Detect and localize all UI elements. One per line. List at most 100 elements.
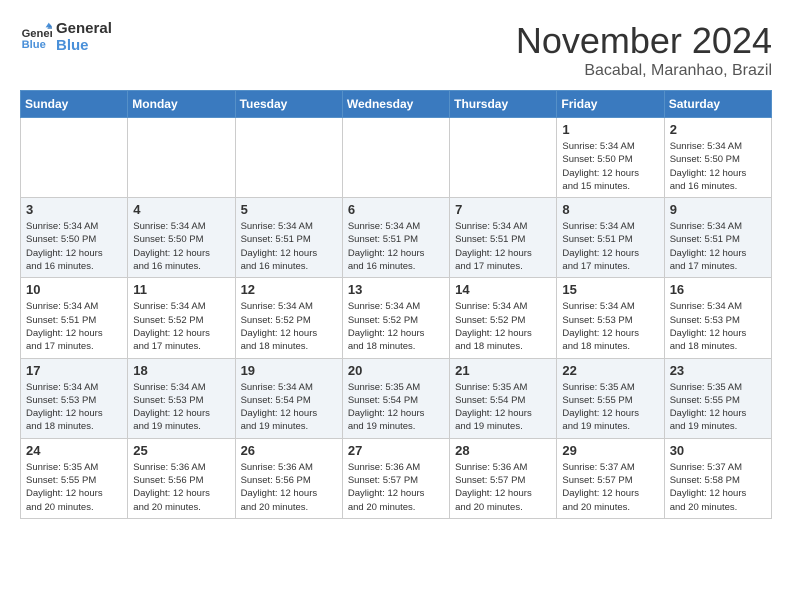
- day-number: 30: [670, 443, 766, 458]
- day-info: Sunrise: 5:34 AM Sunset: 5:52 PM Dayligh…: [241, 300, 337, 353]
- day-number: 21: [455, 363, 551, 378]
- day-info: Sunrise: 5:36 AM Sunset: 5:56 PM Dayligh…: [241, 461, 337, 514]
- logo-icon: General Blue: [20, 21, 52, 53]
- day-info: Sunrise: 5:34 AM Sunset: 5:50 PM Dayligh…: [562, 140, 658, 193]
- day-number: 6: [348, 202, 444, 217]
- day-number: 12: [241, 282, 337, 297]
- col-header-saturday: Saturday: [664, 91, 771, 118]
- calendar-table: SundayMondayTuesdayWednesdayThursdayFrid…: [20, 90, 772, 519]
- day-info: Sunrise: 5:34 AM Sunset: 5:53 PM Dayligh…: [562, 300, 658, 353]
- day-cell: 12 Sunrise: 5:34 AM Sunset: 5:52 PM Dayli…: [235, 278, 342, 358]
- day-number: 24: [26, 443, 122, 458]
- col-header-monday: Monday: [128, 91, 235, 118]
- week-row-1: 1 Sunrise: 5:34 AM Sunset: 5:50 PM Daylig…: [21, 118, 772, 198]
- day-number: 25: [133, 443, 229, 458]
- day-number: 28: [455, 443, 551, 458]
- day-info: Sunrise: 5:37 AM Sunset: 5:58 PM Dayligh…: [670, 461, 766, 514]
- day-cell: 18Sunrise: 5:34 AM Sunset: 5:53 PM Dayli…: [128, 358, 235, 438]
- day-cell: 30 Sunrise: 5:37 AM Sunset: 5:58 PM Dayli…: [664, 438, 771, 518]
- day-cell: 28 Sunrise: 5:36 AM Sunset: 5:57 PM Dayli…: [450, 438, 557, 518]
- week-row-5: 24Sunrise: 5:35 AM Sunset: 5:55 PM Dayli…: [21, 438, 772, 518]
- day-number: 15: [562, 282, 658, 297]
- day-info: Sunrise: 5:35 AM Sunset: 5:54 PM Dayligh…: [455, 381, 551, 434]
- day-info: Sunrise: 5:34 AM Sunset: 5:51 PM Dayligh…: [562, 220, 658, 273]
- day-number: 27: [348, 443, 444, 458]
- day-number: 22: [562, 363, 658, 378]
- day-info: Sunrise: 5:36 AM Sunset: 5:57 PM Dayligh…: [455, 461, 551, 514]
- day-info: Sunrise: 5:34 AM Sunset: 5:52 PM Dayligh…: [455, 300, 551, 353]
- day-cell: [450, 118, 557, 198]
- day-number: 11: [133, 282, 229, 297]
- day-number: 2: [670, 122, 766, 137]
- day-cell: 1 Sunrise: 5:34 AM Sunset: 5:50 PM Daylig…: [557, 118, 664, 198]
- day-cell: 27 Sunrise: 5:36 AM Sunset: 5:57 PM Dayli…: [342, 438, 449, 518]
- day-cell: 29 Sunrise: 5:37 AM Sunset: 5:57 PM Dayli…: [557, 438, 664, 518]
- day-cell: 10Sunrise: 5:34 AM Sunset: 5:51 PM Dayli…: [21, 278, 128, 358]
- day-cell: 25 Sunrise: 5:36 AM Sunset: 5:56 PM Dayli…: [128, 438, 235, 518]
- day-cell: 4 Sunrise: 5:34 AM Sunset: 5:50 PM Daylig…: [128, 198, 235, 278]
- day-number: 3: [26, 202, 122, 217]
- month-title: November 2024: [516, 20, 772, 62]
- header-row: SundayMondayTuesdayWednesdayThursdayFrid…: [21, 91, 772, 118]
- day-cell: [342, 118, 449, 198]
- day-cell: 16 Sunrise: 5:34 AM Sunset: 5:53 PM Dayli…: [664, 278, 771, 358]
- col-header-sunday: Sunday: [21, 91, 128, 118]
- day-number: 14: [455, 282, 551, 297]
- day-info: Sunrise: 5:34 AM Sunset: 5:54 PM Dayligh…: [241, 381, 337, 434]
- day-info: Sunrise: 5:34 AM Sunset: 5:50 PM Dayligh…: [133, 220, 229, 273]
- week-row-4: 17 Sunrise: 5:34 AM Sunset: 5:53 PM Dayli…: [21, 358, 772, 438]
- day-info: Sunrise: 5:36 AM Sunset: 5:57 PM Dayligh…: [348, 461, 444, 514]
- day-info: Sunrise: 5:34 AM Sunset: 5:50 PM Dayligh…: [670, 140, 766, 193]
- day-cell: 2 Sunrise: 5:34 AM Sunset: 5:50 PM Daylig…: [664, 118, 771, 198]
- day-number: 23: [670, 363, 766, 378]
- day-number: 8: [562, 202, 658, 217]
- day-cell: 6 Sunrise: 5:34 AM Sunset: 5:51 PM Daylig…: [342, 198, 449, 278]
- day-info: Sunrise: 5:34 AM Sunset: 5:51 PM Dayligh…: [455, 220, 551, 273]
- day-cell: 15 Sunrise: 5:34 AM Sunset: 5:53 PM Dayli…: [557, 278, 664, 358]
- day-info: Sunrise: 5:34 AM Sunset: 5:50 PM Dayligh…: [26, 220, 122, 273]
- day-number: 26: [241, 443, 337, 458]
- day-cell: 19Sunrise: 5:34 AM Sunset: 5:54 PM Dayli…: [235, 358, 342, 438]
- day-cell: 26 Sunrise: 5:36 AM Sunset: 5:56 PM Dayli…: [235, 438, 342, 518]
- day-cell: [128, 118, 235, 198]
- day-number: 7: [455, 202, 551, 217]
- day-cell: 22Sunrise: 5:35 AM Sunset: 5:55 PM Dayli…: [557, 358, 664, 438]
- day-info: Sunrise: 5:34 AM Sunset: 5:51 PM Dayligh…: [348, 220, 444, 273]
- day-number: 9: [670, 202, 766, 217]
- day-cell: [21, 118, 128, 198]
- day-number: 10: [26, 282, 122, 297]
- col-header-thursday: Thursday: [450, 91, 557, 118]
- day-number: 13: [348, 282, 444, 297]
- day-cell: 14 Sunrise: 5:34 AM Sunset: 5:52 PM Dayli…: [450, 278, 557, 358]
- day-info: Sunrise: 5:34 AM Sunset: 5:53 PM Dayligh…: [26, 381, 122, 434]
- day-number: 17: [26, 363, 122, 378]
- day-number: 4: [133, 202, 229, 217]
- day-cell: 23Sunrise: 5:35 AM Sunset: 5:55 PM Dayli…: [664, 358, 771, 438]
- day-info: Sunrise: 5:34 AM Sunset: 5:53 PM Dayligh…: [670, 300, 766, 353]
- header: General Blue General Blue November 2024 …: [20, 20, 772, 80]
- day-cell: 11 Sunrise: 5:34 AM Sunset: 5:52 PM Dayli…: [128, 278, 235, 358]
- day-number: 29: [562, 443, 658, 458]
- location-title: Bacabal, Maranhao, Brazil: [516, 62, 772, 80]
- day-info: Sunrise: 5:34 AM Sunset: 5:52 PM Dayligh…: [348, 300, 444, 353]
- title-block: November 2024 Bacabal, Maranhao, Brazil: [516, 20, 772, 80]
- day-info: Sunrise: 5:34 AM Sunset: 5:51 PM Dayligh…: [670, 220, 766, 273]
- day-number: 1: [562, 122, 658, 137]
- week-row-3: 10Sunrise: 5:34 AM Sunset: 5:51 PM Dayli…: [21, 278, 772, 358]
- day-info: Sunrise: 5:37 AM Sunset: 5:57 PM Dayligh…: [562, 461, 658, 514]
- day-cell: 17 Sunrise: 5:34 AM Sunset: 5:53 PM Dayli…: [21, 358, 128, 438]
- day-cell: 8 Sunrise: 5:34 AM Sunset: 5:51 PM Daylig…: [557, 198, 664, 278]
- day-cell: 9 Sunrise: 5:34 AM Sunset: 5:51 PM Daylig…: [664, 198, 771, 278]
- day-number: 18: [133, 363, 229, 378]
- day-number: 16: [670, 282, 766, 297]
- col-header-tuesday: Tuesday: [235, 91, 342, 118]
- day-info: Sunrise: 5:34 AM Sunset: 5:52 PM Dayligh…: [133, 300, 229, 353]
- day-info: Sunrise: 5:36 AM Sunset: 5:56 PM Dayligh…: [133, 461, 229, 514]
- day-cell: 21 Sunrise: 5:35 AM Sunset: 5:54 PM Dayli…: [450, 358, 557, 438]
- logo-general: General: [56, 20, 112, 37]
- col-header-wednesday: Wednesday: [342, 91, 449, 118]
- day-info: Sunrise: 5:34 AM Sunset: 5:51 PM Dayligh…: [241, 220, 337, 273]
- day-info: Sunrise: 5:35 AM Sunset: 5:54 PM Dayligh…: [348, 381, 444, 434]
- day-number: 20: [348, 363, 444, 378]
- svg-text:Blue: Blue: [22, 39, 46, 51]
